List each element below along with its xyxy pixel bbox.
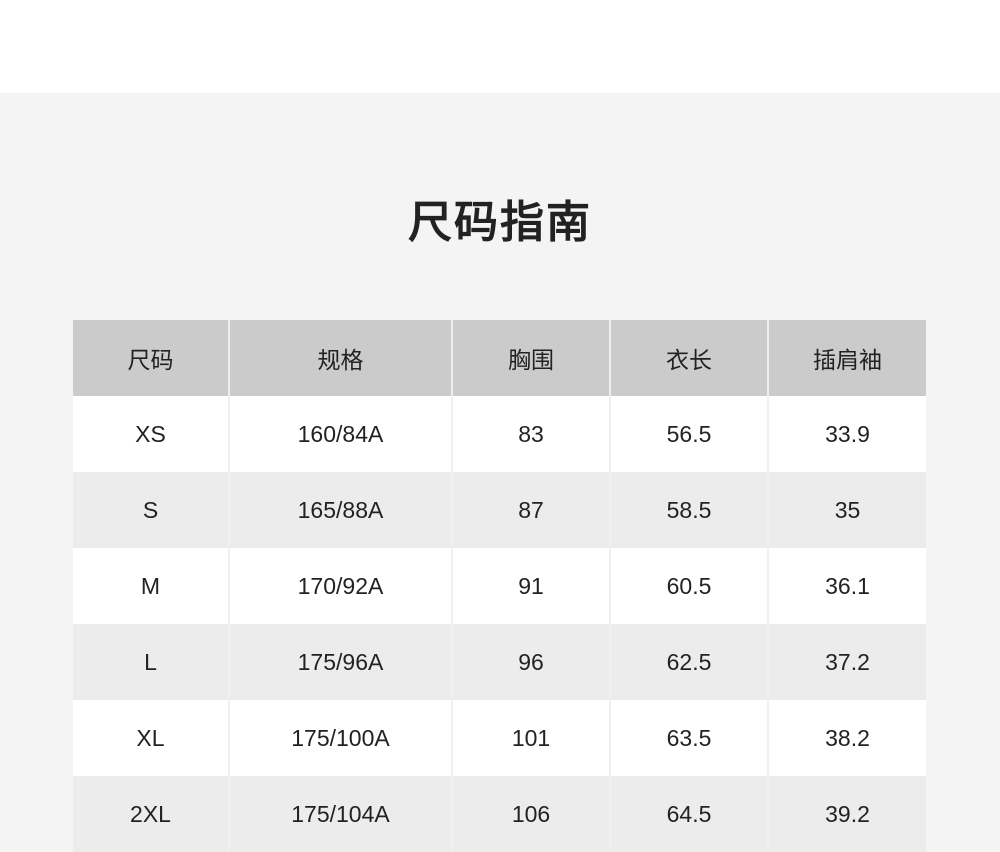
cell-spec: 175/96A [229, 624, 453, 700]
cell-spec: 170/92A [229, 548, 453, 624]
cell-size: S [73, 472, 230, 548]
cell-sleeve: 37.2 [825, 648, 870, 675]
cell-spec: 175/104A [229, 776, 453, 852]
top-blank-band [0, 0, 1000, 93]
cell-length: 64.5 [610, 776, 769, 852]
cell-chest: 96 [452, 624, 611, 700]
table-header: 尺码 规格 胸围 衣长 插肩袖 [73, 320, 926, 396]
cell-chest: 106 [452, 776, 611, 852]
header-length: 衣长 [610, 320, 769, 396]
cell-size: XS [73, 396, 230, 472]
cell-sleeve: 35 [834, 496, 861, 523]
cell-length: 60.5 [610, 548, 769, 624]
header-sleeve: 插肩袖 [813, 348, 882, 374]
cell-chest: 83 [452, 396, 611, 472]
cell-sleeve: 33.9 [825, 420, 870, 447]
header-size: 尺码 [73, 320, 230, 396]
cell-size: 2XL [73, 776, 230, 852]
cell-size: XL [73, 700, 230, 776]
cell-spec: 160/84A [229, 396, 453, 472]
cell-chest: 91 [452, 548, 611, 624]
cell-length: 56.5 [610, 396, 769, 472]
page-title: 尺码指南 [408, 197, 592, 248]
cell-sleeve: 38.2 [825, 724, 870, 751]
table-row: L 175/96A 96 62.5 37.2 [73, 624, 926, 700]
header-chest: 胸围 [452, 320, 611, 396]
table-row: S 165/88A 87 58.5 35 [73, 472, 926, 548]
cell-length: 62.5 [610, 624, 769, 700]
table-row: XS 160/84A 83 56.5 33.9 [73, 396, 926, 472]
cell-spec: 165/88A [229, 472, 453, 548]
cell-sleeve: 39.2 [825, 800, 870, 827]
cell-length: 58.5 [610, 472, 769, 548]
header-spec: 规格 [229, 320, 453, 396]
cell-size: M [73, 548, 230, 624]
cell-spec: 175/100A [229, 700, 453, 776]
cell-sleeve: 36.1 [825, 572, 870, 599]
cell-length: 63.5 [610, 700, 769, 776]
table-row: XL 175/100A 101 63.5 38.2 [73, 700, 926, 776]
cell-chest: 87 [452, 472, 611, 548]
size-chart-table: 尺码 规格 胸围 衣长 插肩袖 XS 160/84A 83 56.5 33.9 … [73, 320, 926, 852]
table-row: 2XL 175/104A 106 64.5 39.2 [73, 776, 926, 852]
cell-size: L [73, 624, 230, 700]
cell-chest: 101 [452, 700, 611, 776]
table-row: M 170/92A 91 60.5 36.1 [73, 548, 926, 624]
table-body: XS 160/84A 83 56.5 33.9 S 165/88A 87 58.… [73, 396, 926, 852]
header-row: 尺码 规格 胸围 衣长 插肩袖 [73, 320, 926, 396]
